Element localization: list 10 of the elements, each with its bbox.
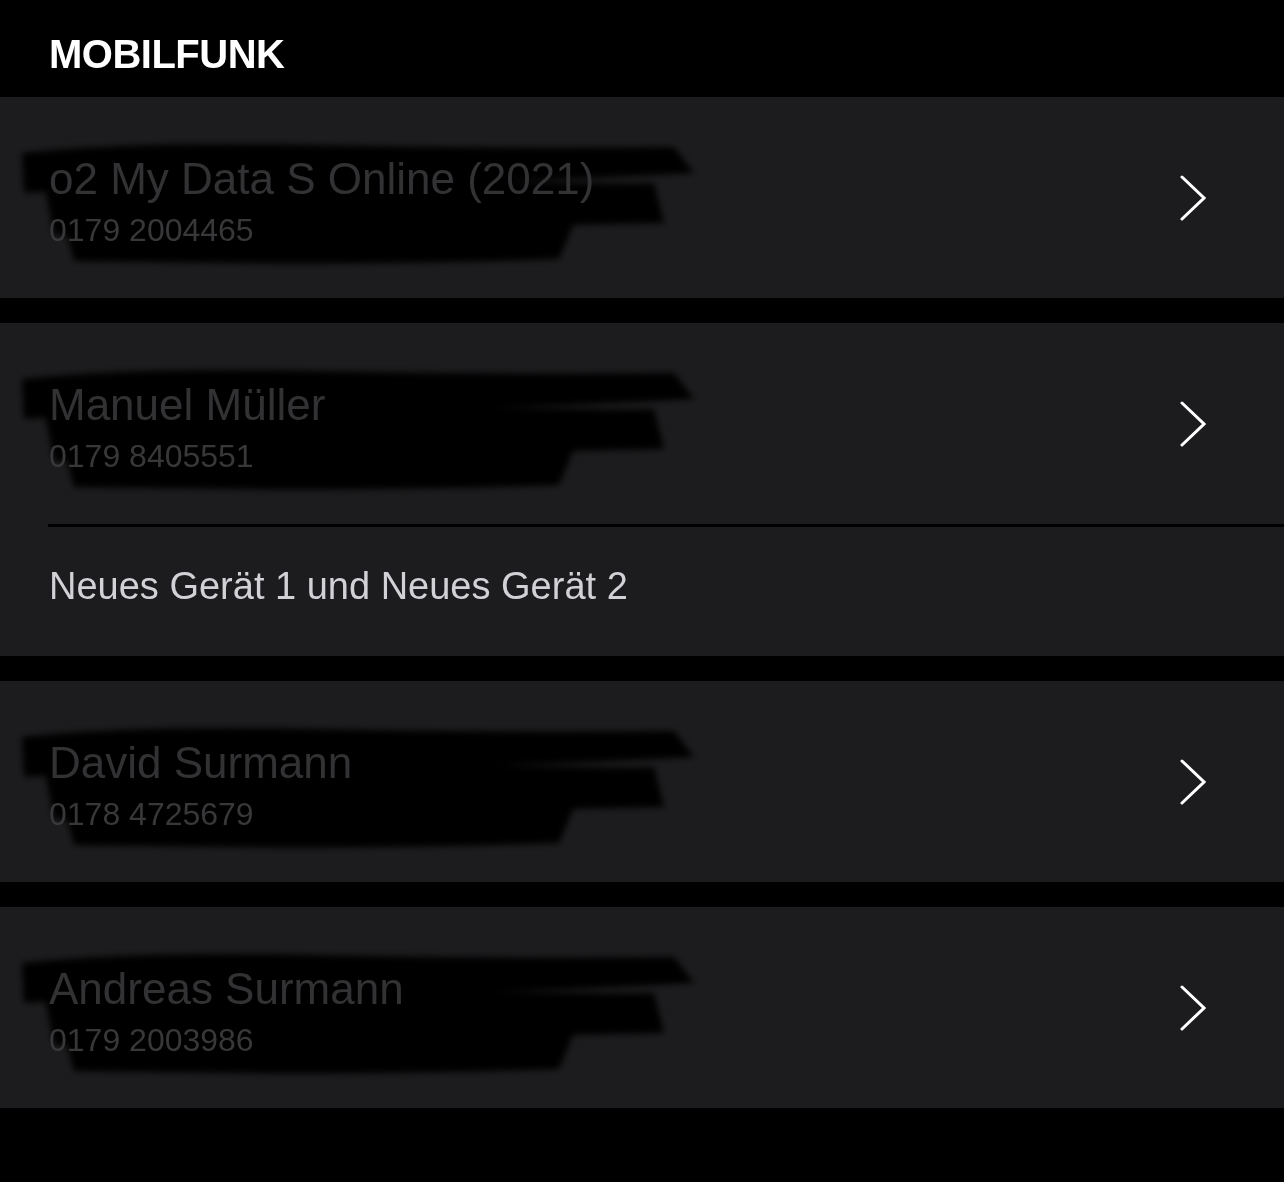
chevron-right-icon[interactable] [1180,758,1206,805]
device-note: Neues Gerät 1 und Neues Gerät 2 [49,563,628,609]
phone-number: 0179 8405551 [49,436,254,475]
chevron-right-icon[interactable] [1180,400,1206,447]
phone-number: 0179 2003986 [49,1020,254,1059]
chevron-right-icon[interactable] [1180,984,1206,1031]
chevron-right-icon[interactable] [1180,174,1206,221]
phone-number: 0178 4725679 [49,794,254,833]
phone-number: 0179 2004465 [49,210,254,249]
section-title: MOBILFUNK [49,31,285,78]
